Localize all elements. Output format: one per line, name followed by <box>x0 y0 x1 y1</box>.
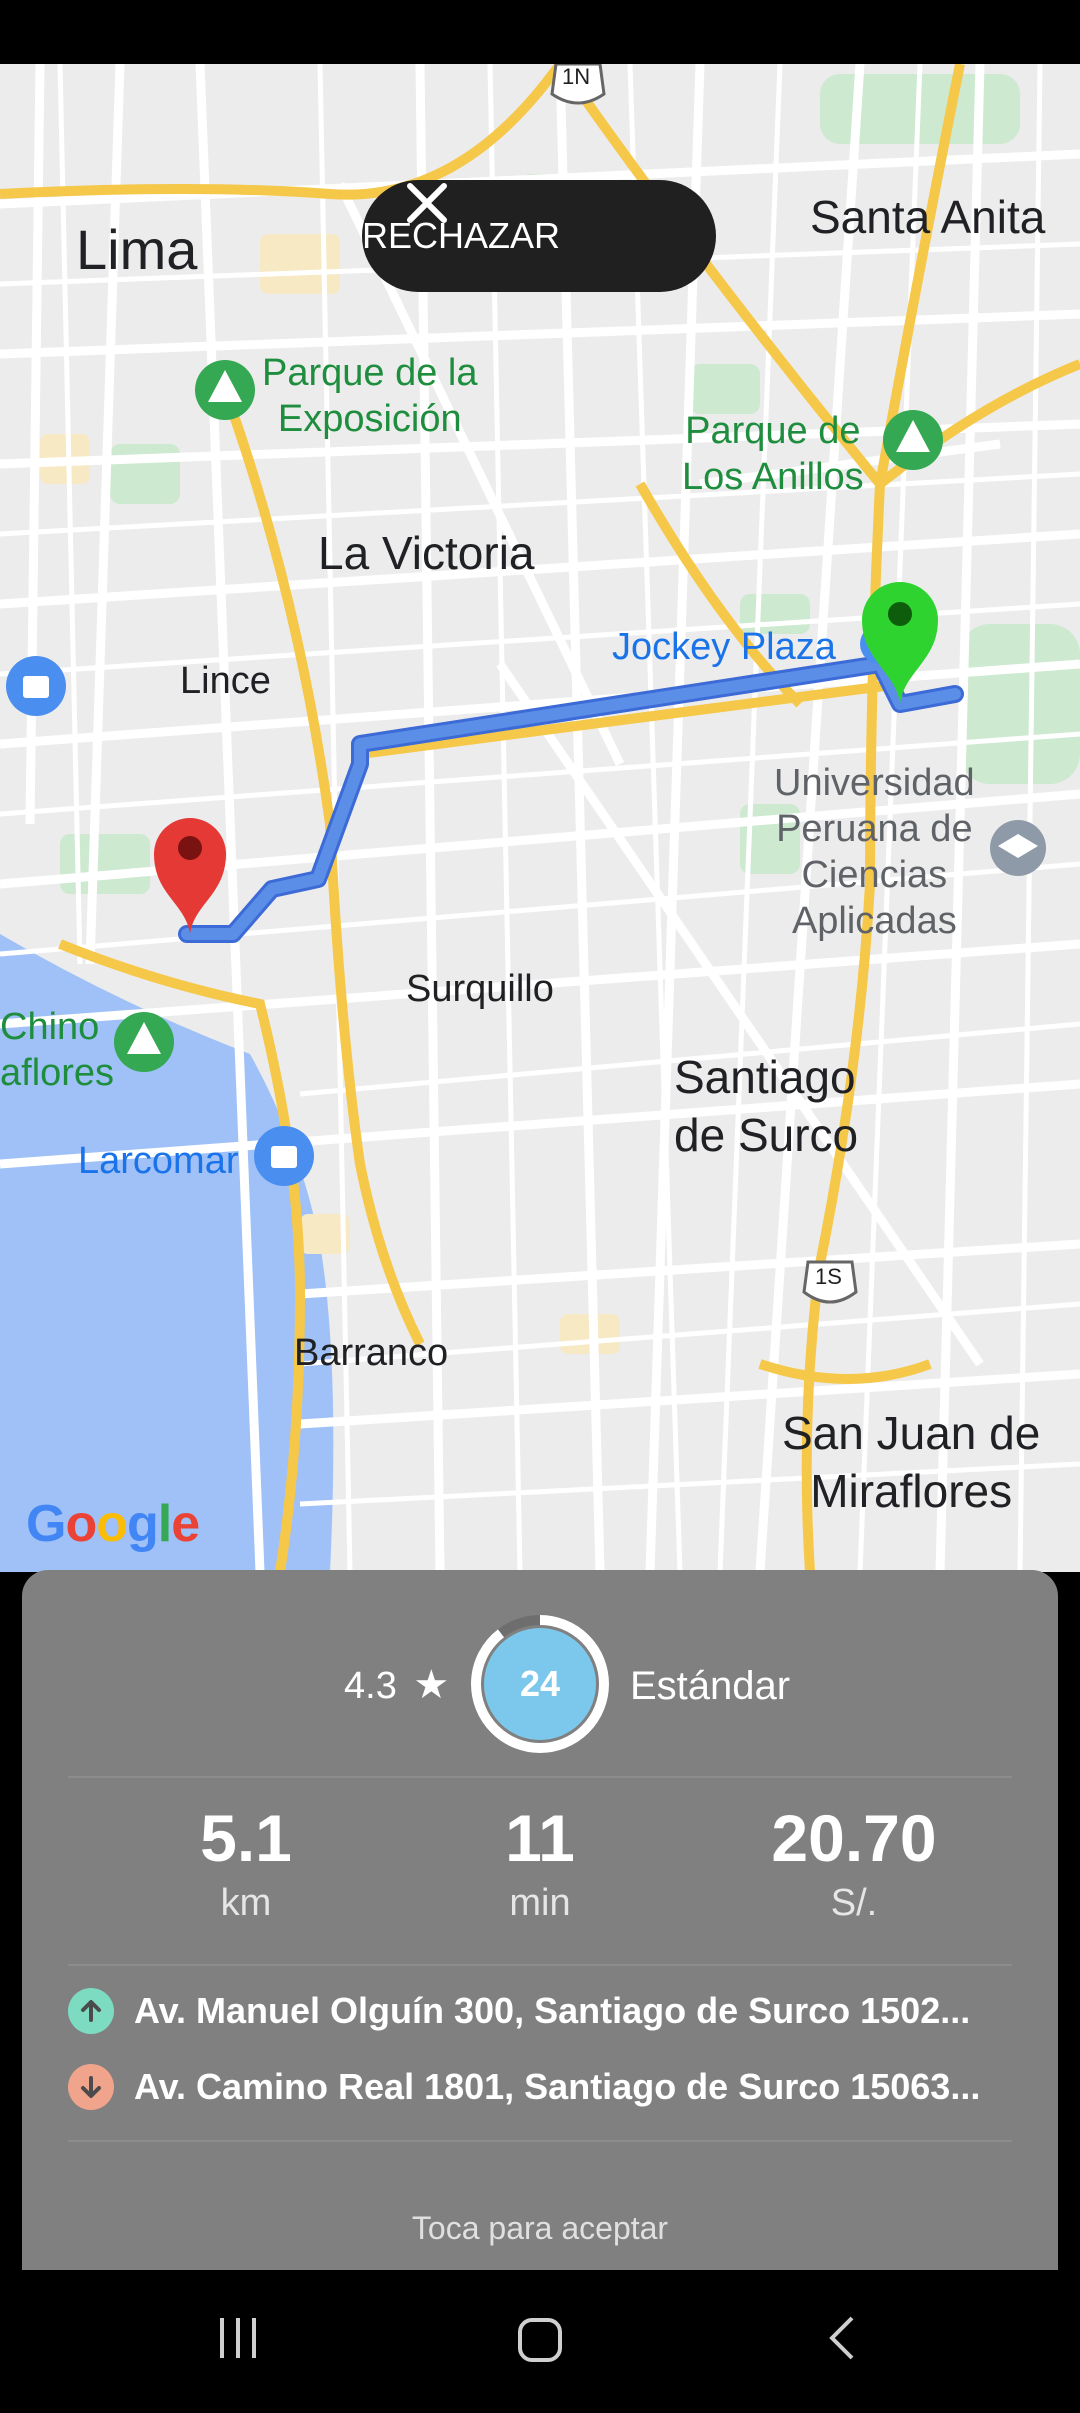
label-surquillo: Surquillo <box>406 968 554 1010</box>
label-la-victoria: La Victoria <box>318 527 535 579</box>
time-unit: min <box>509 1882 571 1924</box>
label-parque-exposicion-line1: Parque de la <box>262 352 478 394</box>
system-navigation-bar <box>0 2272 1080 2408</box>
label-upc: Universidad Peruana de Ciencias Aplicada… <box>774 760 975 944</box>
divider-middle <box>68 1964 1012 1966</box>
label-chino: Chino aflores <box>0 1004 114 1096</box>
dropoff-address: Av. Camino Real 1801, Santiago de Surco … <box>134 2066 981 2107</box>
label-larcomar: Larcomar <box>78 1140 239 1182</box>
school-pin-upc[interactable] <box>990 820 1046 876</box>
map-view[interactable]: 1N 1S Lima Santa Anita Parque de la Expo… <box>0 64 1080 1572</box>
reject-button-label: RECHAZAR <box>362 215 561 256</box>
label-santiago-line1: Santiago <box>674 1051 856 1103</box>
price-unit: S/. <box>830 1882 878 1924</box>
arrow-down-icon <box>68 2064 114 2110</box>
label-parque-anillos: Parque de Los Anillos <box>682 408 864 500</box>
label-parque-exposicion: Parque de la Exposición <box>262 350 478 442</box>
recent-apps-button[interactable] <box>200 2302 270 2372</box>
route-1s-label: 1S <box>815 1264 842 1289</box>
label-san-juan-de-miraflores: San Juan de Miraflores <box>782 1404 1040 1520</box>
pickup-address: Av. Manuel Olguín 300, Santiago de Surco… <box>134 1990 971 2031</box>
price-stat: 20.70 S/. <box>704 1798 1004 1925</box>
label-sjm-line1: San Juan de <box>782 1407 1041 1459</box>
distance-stat: 5.1 km <box>96 1798 396 1925</box>
shopping-pin-larcomar[interactable] <box>254 1126 314 1186</box>
arrow-up-icon <box>68 1988 114 2034</box>
label-santiago-line2: de Surco <box>674 1109 859 1161</box>
label-upc-line2: Peruana de <box>776 808 973 850</box>
label-chino-line2: aflores <box>0 1052 115 1094</box>
dropoff-address-row: Av. Camino Real 1801, Santiago de Surco … <box>68 2064 1028 2110</box>
route-1n-label: 1N <box>562 64 591 89</box>
label-lince: Lince <box>180 660 271 702</box>
close-icon <box>407 183 447 223</box>
divider-bottom <box>68 2140 1012 2142</box>
label-parque-exposicion-line2: Exposición <box>277 398 462 440</box>
time-stat: 11 min <box>390 1798 690 1925</box>
label-jockey-plaza: Jockey Plaza <box>612 626 836 668</box>
label-upc-line3: Ciencias <box>801 854 948 896</box>
countdown-value: 24 <box>519 1663 561 1704</box>
label-upc-line1: Universidad <box>774 762 975 804</box>
distance-unit: km <box>220 1882 272 1924</box>
label-barranco: Barranco <box>294 1332 449 1374</box>
label-sjm-line2: Miraflores <box>810 1465 1013 1517</box>
price-value: 20.70 <box>771 1801 937 1875</box>
park-pin-chino[interactable] <box>114 1012 174 1072</box>
park-pin-exposicion[interactable] <box>195 360 255 420</box>
tap-to-accept-label[interactable]: Toca para aceptar <box>22 2210 1058 2247</box>
label-santiago-de-surco: Santiago de Surco <box>674 1048 858 1164</box>
dropoff-pin <box>154 818 226 934</box>
rating-value: 4.3 <box>344 1665 397 1707</box>
star-icon: ★ <box>413 1663 450 1707</box>
google-logo: Google <box>26 1495 200 1553</box>
label-santa-anita: Santa Anita <box>810 191 1046 243</box>
trip-request-card[interactable]: 4.3 ★ 24 Estándar 5.1 km 11 min 20.70 S/… <box>22 1570 1058 2270</box>
reject-button[interactable]: RECHAZAR <box>362 180 716 292</box>
park-pin-anillos[interactable] <box>883 410 943 470</box>
time-value: 11 <box>505 1801 575 1875</box>
back-button[interactable] <box>829 2316 854 2360</box>
distance-value: 5.1 <box>200 1801 292 1875</box>
home-button[interactable] <box>518 2318 562 2362</box>
shopping-pin-left[interactable] <box>6 656 66 716</box>
label-parque-anillos-line2: Los Anillos <box>682 456 864 498</box>
divider-top <box>68 1776 1012 1778</box>
label-lima: Lima <box>76 218 198 281</box>
trip-summary-row: 4.3 ★ 24 Estándar <box>22 1614 1058 1764</box>
label-parque-anillos-line1: Parque de <box>685 410 861 452</box>
status-bar <box>0 0 1080 64</box>
passenger-rating: 4.3 ★ <box>344 1662 449 1708</box>
label-upc-line4: Aplicadas <box>791 900 957 942</box>
label-chino-line1: Chino <box>0 1006 100 1048</box>
pickup-address-row: Av. Manuel Olguín 300, Santiago de Surco… <box>68 1988 1028 2034</box>
service-category: Estándar <box>630 1664 791 1708</box>
